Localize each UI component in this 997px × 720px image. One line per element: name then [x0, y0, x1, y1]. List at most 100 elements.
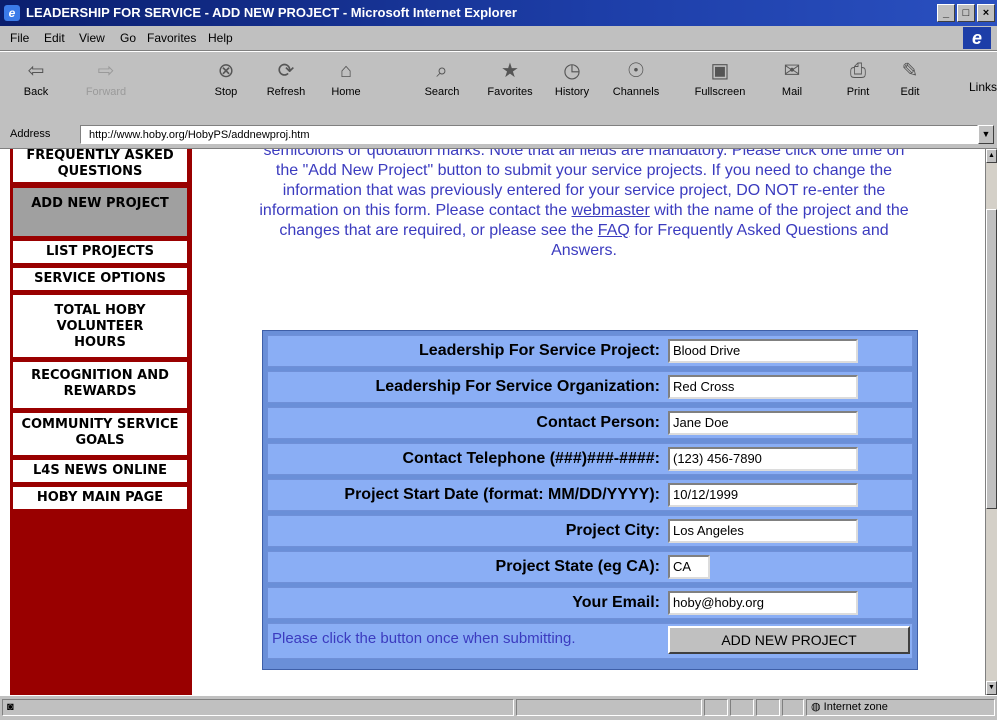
- instructions-line: changes that are required, or please see…: [198, 221, 970, 241]
- menu-view[interactable]: View: [79, 31, 105, 45]
- history-button[interactable]: ◷ History: [542, 56, 602, 98]
- forward-label: Forward: [85, 86, 127, 98]
- state-input[interactable]: CA: [668, 555, 710, 579]
- edit-button[interactable]: ✎ Edit: [880, 56, 940, 98]
- maximize-button[interactable]: □: [957, 4, 975, 22]
- contact-person-label: Contact Person:: [536, 414, 660, 431]
- start-date-label: Project Start Date (format: MM/DD/YYYY):: [344, 486, 660, 503]
- state-label: Project State (eg CA):: [495, 558, 660, 575]
- scroll-up-icon[interactable]: ▲: [986, 149, 997, 163]
- fullscreen-label: Fullscreen: [694, 86, 746, 98]
- menu-edit[interactable]: Edit: [44, 31, 65, 45]
- stop-icon: ⊗: [217, 60, 235, 82]
- form-row-city: Project City: Los Angeles: [267, 515, 913, 547]
- history-icon: ◷: [563, 60, 581, 82]
- form-row-telephone: Contact Telephone (###)###-####: (123) 4…: [267, 443, 913, 475]
- city-input[interactable]: Los Angeles: [668, 519, 858, 543]
- favorites-button[interactable]: ★ Favorites: [480, 56, 540, 98]
- back-label: Back: [23, 86, 49, 98]
- address-input[interactable]: http://www.hoby.org/HobyPS/addnewproj.ht…: [80, 125, 978, 144]
- channels-button[interactable]: ☉ Channels: [606, 56, 666, 98]
- sidebar-item-hoby-main-page[interactable]: HOBY MAIN PAGE: [12, 486, 188, 510]
- toolbar: ⇦ Back ⇨ Forward ⊗ Stop ⟳ Refresh ⌂ Home ⌕ Sea…: [0, 51, 997, 123]
- add-project-form: Leadership For Service Project: Blood Dr…: [262, 330, 918, 670]
- back-button[interactable]: ⇦ Back: [6, 56, 66, 98]
- contact-person-input[interactable]: Jane Doe: [668, 411, 858, 435]
- print-button[interactable]: ⎙ Print: [828, 56, 888, 98]
- fullscreen-icon: ▣: [710, 60, 730, 82]
- scroll-thumb[interactable]: [986, 209, 997, 509]
- fullscreen-button[interactable]: ▣ Fullscreen: [690, 56, 750, 98]
- stop-label: Stop: [214, 86, 238, 98]
- sidebar-item-total-hoby-volunteer-hours[interactable]: TOTAL HOBY VOLUNTEER HOURS: [12, 294, 188, 358]
- address-bar: Address http://www.hoby.org/HobyPS/addne…: [0, 122, 997, 149]
- scroll-down-icon[interactable]: ▼: [986, 681, 997, 695]
- globe-icon: ◍: [811, 701, 824, 713]
- faq-link[interactable]: FAQ: [598, 222, 630, 239]
- menu-help[interactable]: Help: [208, 31, 233, 45]
- sidebar-item-community-service-goals[interactable]: COMMUNITY SERVICE GOALS: [12, 412, 188, 456]
- home-icon: ⌂: [339, 60, 353, 82]
- close-button[interactable]: ×: [977, 4, 995, 22]
- sidebar: FREQUENTLY ASKED QUESTIONS ADD NEW PROJE…: [10, 149, 192, 695]
- status-segment: [756, 699, 780, 716]
- ie-logo-icon: e: [963, 27, 991, 49]
- instructions-text: semicolons or quotation marks. Note that…: [198, 149, 970, 261]
- ie-app-icon: e: [4, 5, 20, 21]
- page-content: FREQUENTLY ASKED QUESTIONS ADD NEW PROJE…: [0, 149, 986, 695]
- webmaster-link[interactable]: webmaster: [572, 202, 650, 219]
- sidebar-item-faq[interactable]: FREQUENTLY ASKED QUESTIONS: [12, 149, 188, 183]
- project-input[interactable]: Blood Drive: [668, 339, 858, 363]
- status-segment: [782, 699, 804, 716]
- window-controls: _ □ ×: [937, 4, 995, 22]
- form-row-contact-person: Contact Person: Jane Doe: [267, 407, 913, 439]
- sidebar-item-service-options[interactable]: SERVICE OPTIONS: [12, 267, 188, 291]
- menu-go[interactable]: Go: [120, 31, 136, 45]
- form-row-submit: Please click the button once when submit…: [267, 623, 913, 659]
- city-label: Project City:: [565, 522, 660, 539]
- menu-file[interactable]: File: [10, 31, 29, 45]
- instructions-line: information that was previously entered …: [282, 182, 886, 199]
- organization-input[interactable]: Red Cross: [668, 375, 858, 399]
- instructions-text-part: with the name of the project and the: [649, 202, 909, 219]
- status-segment: [516, 699, 702, 716]
- telephone-input[interactable]: (123) 456-7890: [668, 447, 858, 471]
- channels-icon: ☉: [627, 60, 645, 82]
- menu-favorites[interactable]: Favorites: [147, 31, 196, 45]
- instructions-text-part: changes that are required, or please see…: [279, 222, 598, 239]
- mail-button[interactable]: ✉ Mail: [762, 56, 822, 98]
- vertical-scrollbar[interactable]: ▲ ▼: [985, 149, 997, 695]
- print-icon: ⎙: [850, 60, 866, 82]
- status-segment: [704, 699, 728, 716]
- search-button[interactable]: ⌕ Search: [412, 56, 472, 98]
- minimize-button[interactable]: _: [937, 4, 955, 22]
- mail-label: Mail: [781, 86, 803, 98]
- instructions-text-part: information on this form. Please contact…: [259, 202, 572, 219]
- back-arrow-icon: ⇦: [27, 60, 45, 82]
- sidebar-item-l4s-news-online[interactable]: L4S NEWS ONLINE: [12, 459, 188, 483]
- links-toolbar[interactable]: Links: [969, 80, 997, 94]
- forward-button[interactable]: ⇨ Forward: [76, 56, 136, 98]
- stop-button[interactable]: ⊗ Stop: [196, 56, 256, 98]
- project-label: Leadership For Service Project:: [419, 342, 660, 359]
- submit-note: Please click the button once when submit…: [272, 630, 576, 647]
- form-row-email: Your Email: hoby@hoby.org: [267, 587, 913, 619]
- form-row-start-date: Project Start Date (format: MM/DD/YYYY):…: [267, 479, 913, 511]
- sidebar-item-list-projects[interactable]: LIST PROJECTS: [12, 240, 188, 264]
- channels-label: Channels: [612, 86, 660, 98]
- address-dropdown-icon[interactable]: ▼: [978, 125, 994, 144]
- home-button[interactable]: ⌂ Home: [316, 56, 376, 98]
- add-new-project-button[interactable]: ADD NEW PROJECT: [668, 626, 910, 654]
- refresh-button[interactable]: ⟳ Refresh: [256, 56, 316, 98]
- history-label: History: [554, 86, 590, 98]
- instructions-line: information on this form. Please contact…: [198, 201, 970, 221]
- sidebar-item-add-new-project[interactable]: ADD NEW PROJECT: [12, 187, 188, 237]
- start-date-input[interactable]: 10/12/1999: [668, 483, 858, 507]
- favorites-label: Favorites: [487, 86, 533, 98]
- instructions-line: semicolons or quotation marks. Note that…: [263, 149, 905, 159]
- refresh-label: Refresh: [266, 86, 306, 98]
- email-label: Your Email:: [572, 594, 660, 611]
- sidebar-item-recognition-and-rewards[interactable]: RECOGNITION AND REWARDS: [12, 361, 188, 409]
- instructions-text-part: for Frequently Asked Questions and: [629, 222, 889, 239]
- email-input[interactable]: hoby@hoby.org: [668, 591, 858, 615]
